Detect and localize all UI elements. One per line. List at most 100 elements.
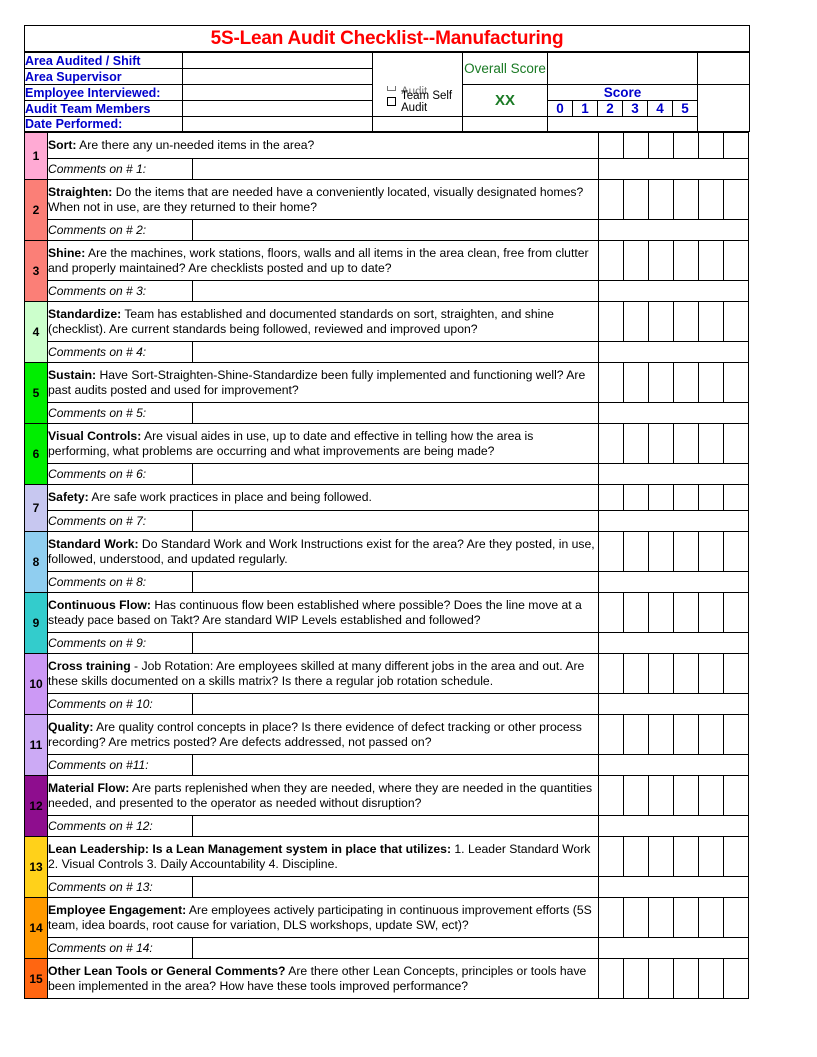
score-cell-0[interactable] (597, 653, 624, 694)
score-cell-0[interactable] (597, 592, 624, 633)
score-cell-1[interactable] (622, 240, 649, 281)
score-cell-3[interactable] (672, 653, 699, 694)
score-cell-1[interactable] (622, 836, 649, 877)
score-cell-2[interactable] (647, 484, 674, 511)
score-cell-1[interactable] (622, 592, 649, 633)
checkbox-team-self-audit[interactable] (387, 97, 396, 106)
score-cell-3[interactable] (672, 958, 699, 999)
score-cell-1[interactable] (622, 897, 649, 938)
score-cell-1[interactable] (622, 531, 649, 572)
comment-input[interactable] (192, 463, 599, 485)
score-cell-3[interactable] (672, 531, 699, 572)
comment-input[interactable] (192, 937, 599, 959)
score-cell-4[interactable] (697, 179, 724, 220)
score-cell-1[interactable] (622, 423, 649, 464)
input-employee-interviewed[interactable] (182, 84, 373, 101)
comment-input[interactable] (192, 341, 599, 363)
score-cell-3[interactable] (672, 132, 699, 159)
score-cell-4[interactable] (697, 301, 724, 342)
score-cell-0[interactable] (597, 484, 624, 511)
score-cell-4[interactable] (697, 240, 724, 281)
comment-input[interactable] (192, 510, 599, 532)
score-cell-1[interactable] (622, 179, 649, 220)
score-cell-4[interactable] (697, 423, 724, 464)
score-cell-4[interactable] (697, 132, 724, 159)
score-cell-1[interactable] (622, 362, 649, 403)
comment-input[interactable] (192, 158, 599, 180)
score-cell-5[interactable] (722, 301, 750, 342)
score-cell-2[interactable] (647, 301, 674, 342)
score-cell-3[interactable] (672, 240, 699, 281)
score-cell-3[interactable] (672, 484, 699, 511)
score-cell-5[interactable] (722, 836, 750, 877)
score-cell-2[interactable] (647, 653, 674, 694)
score-cell-2[interactable] (647, 423, 674, 464)
score-cell-2[interactable] (647, 836, 674, 877)
score-cell-5[interactable] (722, 592, 750, 633)
score-cell-3[interactable] (672, 362, 699, 403)
score-cell-0[interactable] (597, 179, 624, 220)
comment-input[interactable] (192, 280, 599, 302)
score-cell-1[interactable] (622, 484, 649, 511)
input-audit-team-members[interactable] (182, 100, 373, 117)
score-cell-0[interactable] (597, 958, 624, 999)
score-cell-4[interactable] (697, 897, 724, 938)
score-cell-0[interactable] (597, 531, 624, 572)
score-cell-2[interactable] (647, 240, 674, 281)
score-cell-2[interactable] (647, 179, 674, 220)
score-cell-1[interactable] (622, 301, 649, 342)
score-cell-3[interactable] (672, 897, 699, 938)
score-cell-3[interactable] (672, 179, 699, 220)
comment-input[interactable] (192, 754, 599, 776)
score-cell-2[interactable] (647, 775, 674, 816)
score-cell-5[interactable] (722, 240, 750, 281)
score-cell-5[interactable] (722, 897, 750, 938)
score-cell-2[interactable] (647, 897, 674, 938)
score-cell-4[interactable] (697, 836, 724, 877)
score-cell-3[interactable] (672, 592, 699, 633)
score-cell-0[interactable] (597, 836, 624, 877)
score-cell-3[interactable] (672, 775, 699, 816)
score-cell-2[interactable] (647, 958, 674, 999)
score-cell-3[interactable] (672, 301, 699, 342)
score-cell-4[interactable] (697, 484, 724, 511)
score-cell-1[interactable] (622, 714, 649, 755)
score-cell-4[interactable] (697, 958, 724, 999)
score-cell-5[interactable] (722, 714, 750, 755)
overall-score-value[interactable]: XX (462, 84, 548, 117)
comment-input[interactable] (192, 632, 599, 654)
score-cell-0[interactable] (597, 362, 624, 403)
score-cell-1[interactable] (622, 958, 649, 999)
input-area-supervisor[interactable] (182, 68, 373, 85)
score-cell-0[interactable] (597, 423, 624, 464)
team-self-audit-option[interactable]: Team Self Audit (373, 90, 462, 114)
score-cell-0[interactable] (597, 714, 624, 755)
score-cell-2[interactable] (647, 531, 674, 572)
score-cell-5[interactable] (722, 653, 750, 694)
comment-input[interactable] (192, 402, 599, 424)
score-cell-2[interactable] (647, 592, 674, 633)
score-cell-0[interactable] (597, 897, 624, 938)
score-cell-2[interactable] (647, 132, 674, 159)
score-cell-0[interactable] (597, 240, 624, 281)
score-cell-5[interactable] (722, 179, 750, 220)
input-area-audited[interactable] (182, 52, 373, 69)
score-cell-2[interactable] (647, 714, 674, 755)
comment-input[interactable] (192, 876, 599, 898)
score-cell-5[interactable] (722, 484, 750, 511)
score-cell-3[interactable] (672, 714, 699, 755)
comment-input[interactable] (192, 815, 599, 837)
score-cell-4[interactable] (697, 362, 724, 403)
score-cell-4[interactable] (697, 775, 724, 816)
score-cell-1[interactable] (622, 775, 649, 816)
checkbox-conducted-audit[interactable] (387, 85, 396, 91)
score-cell-4[interactable] (697, 714, 724, 755)
score-cell-1[interactable] (622, 132, 649, 159)
score-cell-2[interactable] (647, 362, 674, 403)
comment-input[interactable] (192, 219, 599, 241)
score-cell-5[interactable] (722, 132, 750, 159)
score-cell-3[interactable] (672, 836, 699, 877)
score-cell-3[interactable] (672, 423, 699, 464)
input-date-performed[interactable] (182, 116, 373, 132)
score-cell-0[interactable] (597, 301, 624, 342)
